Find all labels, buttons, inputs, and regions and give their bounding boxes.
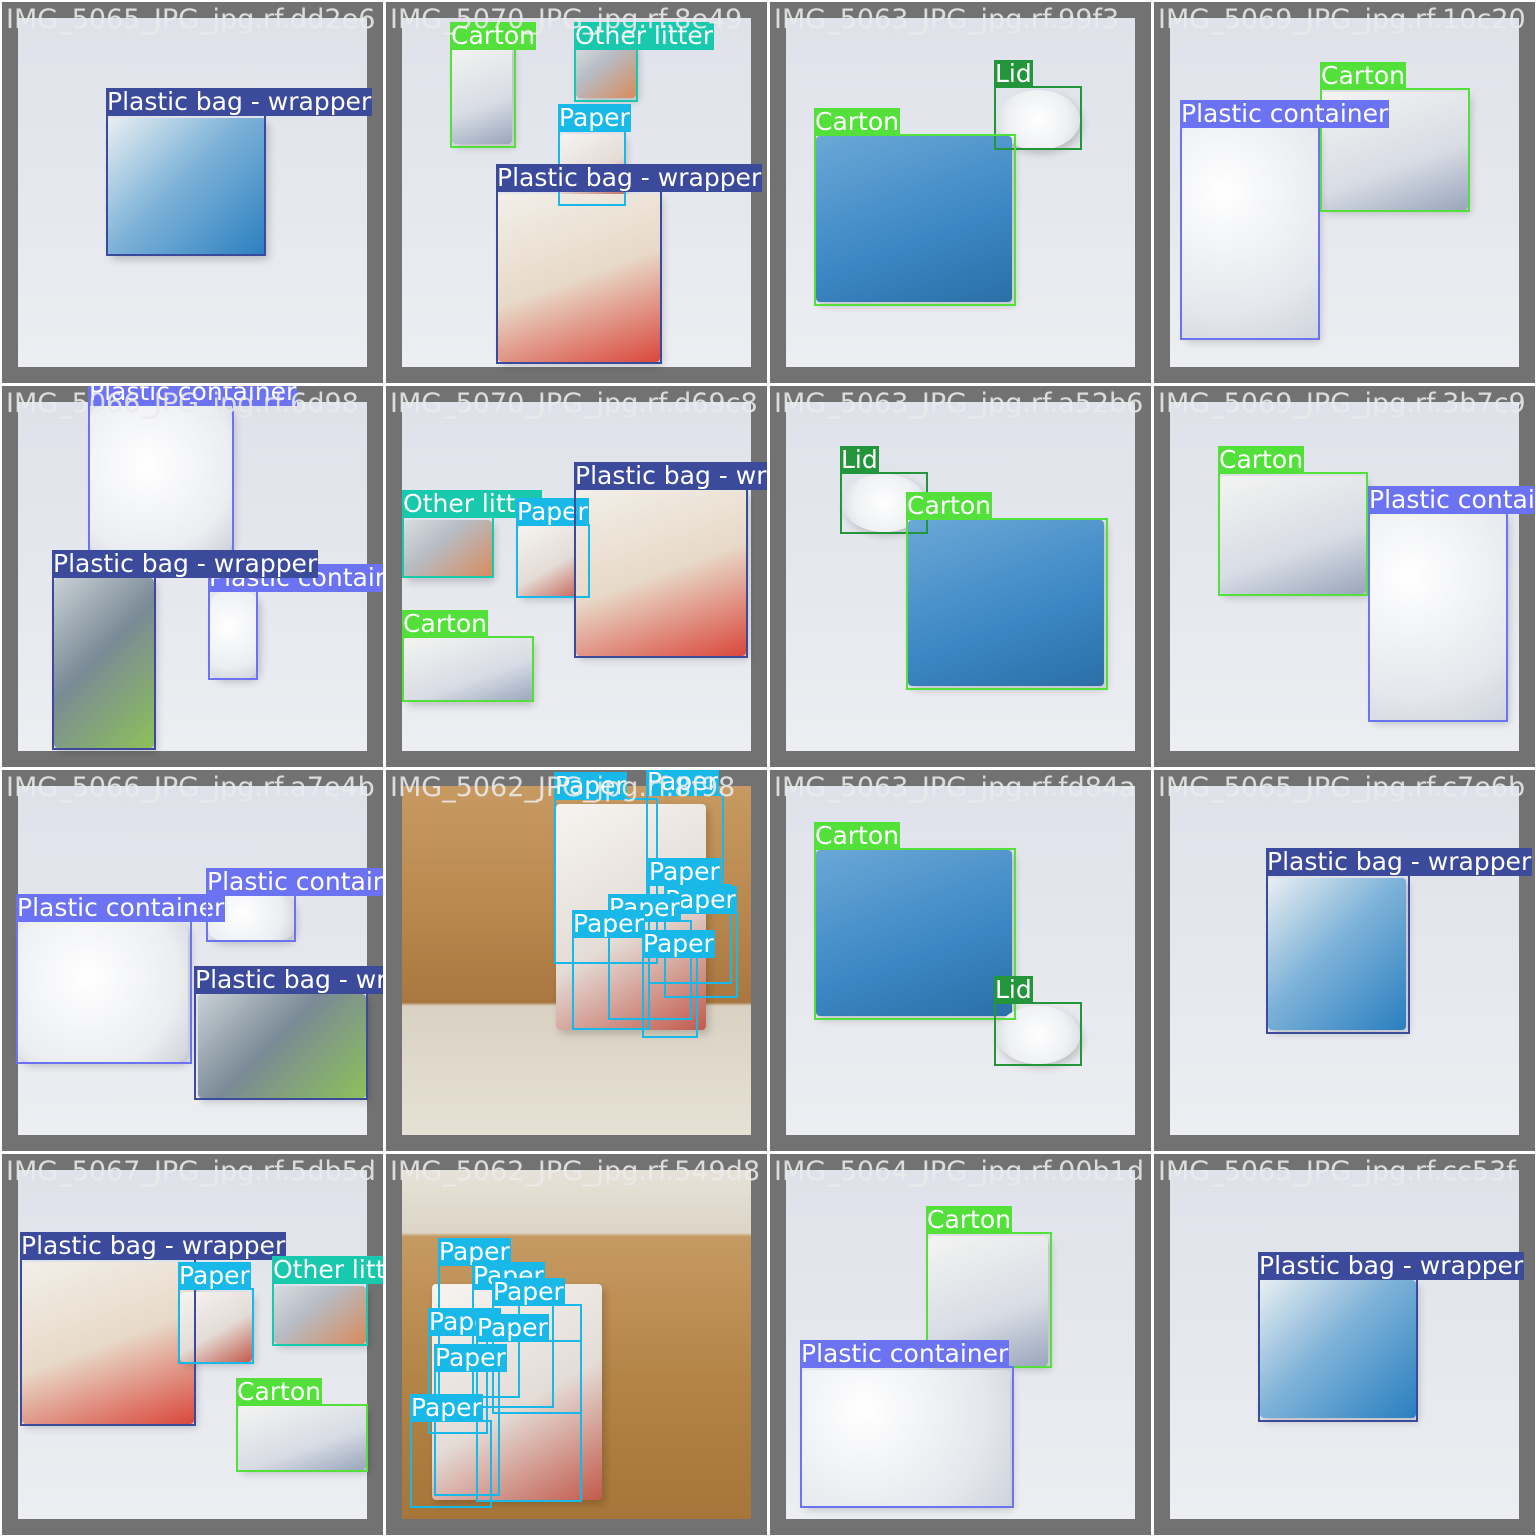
- detection-box: Plastic bag - wrapper: [20, 1232, 287, 1426]
- detection-box: Plastic container: [88, 386, 298, 554]
- detection-label: Carton: [1320, 61, 1406, 90]
- detection-box: Plastic bag - wrapper: [52, 550, 319, 750]
- detection-box: Plastic container: [16, 894, 226, 1064]
- detection-box: Paper: [642, 930, 715, 1038]
- detection-label: Plastic container: [206, 868, 383, 896]
- detection-label: Plastic container: [88, 386, 298, 406]
- detection-label: Plastic bag - wrapper: [574, 462, 767, 490]
- detection-label: Paper: [434, 1343, 507, 1372]
- detection-box: Other litter: [574, 22, 715, 102]
- mosaic-tile: Plastic bag - wrapper IMG_5065_JPG_jpg.r…: [2, 2, 383, 383]
- detection-label: Paper: [492, 1277, 565, 1306]
- detection-mosaic: Plastic bag - wrapper IMG_5065_JPG_jpg.r…: [0, 0, 1536, 1536]
- mosaic-tile: Plastic container Plastic container Plas…: [2, 386, 383, 767]
- detection-box: Plastic bag - wrapper: [496, 164, 763, 364]
- detection-label: Plastic container: [1368, 486, 1535, 514]
- detection-box: Carton: [814, 822, 1016, 1020]
- mosaic-tile: Plastic container Plastic container Plas…: [2, 770, 383, 1151]
- mosaic-tile: Plastic bag - wrapper Paper Other litter…: [2, 1154, 383, 1535]
- mosaic-tile: Carton Other litter Paper Plastic bag - …: [386, 2, 767, 383]
- detection-label: Plastic container: [16, 893, 226, 922]
- detection-label: Lid: [994, 975, 1033, 1004]
- mosaic-tile: Lid Carton IMG_5063_JPG_jpg.rf.a52b6: [770, 386, 1151, 767]
- detection-box: Lid: [994, 976, 1082, 1066]
- detection-label: Carton: [450, 21, 536, 50]
- detection-box: Carton: [236, 1378, 368, 1472]
- detection-label: Carton: [402, 609, 488, 638]
- detection-box: Plastic bag - wrapper: [574, 462, 767, 658]
- detection-box: Carton: [814, 108, 1016, 306]
- detection-box: Paper: [178, 1262, 254, 1364]
- detection-label: Paper: [572, 909, 645, 938]
- detection-label: Paper: [642, 929, 715, 958]
- mosaic-tile: Lid Carton IMG_5063_JPG_jpg.rf.99f3: [770, 2, 1151, 383]
- detection-box: Carton: [906, 492, 1108, 690]
- detection-label: Lid: [994, 59, 1033, 88]
- detection-label: Plastic bag - wrapper: [52, 549, 319, 578]
- detection-label: Carton: [926, 1205, 1012, 1234]
- detection-box: Plastic container: [800, 1340, 1014, 1508]
- mosaic-tile: Other litter Paper Plastic bag - wrapper…: [386, 386, 767, 767]
- detection-label: Paper: [178, 1261, 251, 1290]
- detection-box: Plastic bag - wrapper: [1266, 848, 1533, 1034]
- detection-box: Carton: [402, 610, 534, 702]
- detection-label: Carton: [236, 1377, 322, 1406]
- detection-box: Other litter: [402, 490, 543, 578]
- detection-label: Paper: [648, 857, 721, 886]
- mosaic-tile: Paper Paper Paper Paper Paper Paper Pape…: [386, 1154, 767, 1535]
- detection-label: Carton: [814, 107, 900, 136]
- detection-box: Plastic container: [1180, 100, 1390, 340]
- mosaic-tile: Plastic bag - wrapper IMG_5065_JPG_jpg.r…: [1154, 1154, 1535, 1535]
- detection-box: Carton: [1218, 446, 1368, 596]
- mosaic-tile: Carton Lid IMG_5063_JPG_jpg.rf.fd84a: [770, 770, 1151, 1151]
- detection-box: Paper: [572, 910, 650, 1030]
- detection-box: Other litter: [272, 1256, 383, 1346]
- detection-label: Paper: [476, 1313, 549, 1342]
- detection-label: Plastic container: [800, 1339, 1010, 1368]
- detection-box: Carton: [450, 22, 536, 148]
- detection-label: Plastic bag - wrapper: [20, 1231, 287, 1260]
- detection-label: Carton: [1218, 445, 1304, 474]
- detection-label: Plastic bag - wrapper: [1258, 1251, 1525, 1280]
- detection-label: Paper: [558, 103, 631, 132]
- detection-box: Plastic bag - wrapper: [194, 966, 383, 1100]
- mosaic-tile: Carton Plastic container IMG_5069_JPG_jp…: [1154, 2, 1535, 383]
- mosaic-tile: Plastic bag - wrapper IMG_5065_JPG_jpg.r…: [1154, 770, 1535, 1151]
- detection-box: Plastic container: [206, 868, 383, 942]
- detection-label: Paper: [646, 770, 719, 796]
- mosaic-tile: Carton Plastic container IMG_5069_JPG_jp…: [1154, 386, 1535, 767]
- detection-label: Other litter: [574, 21, 715, 50]
- mosaic-tile: Paper Paper Paper Paper Paper Paper Pape…: [386, 770, 767, 1151]
- detection-label: Plastic bag - wrapper: [106, 87, 373, 116]
- detection-label: Paper: [554, 771, 627, 800]
- mosaic-tile: Carton Plastic container IMG_5064_JPG_jp…: [770, 1154, 1151, 1535]
- detection-label: Lid: [840, 445, 879, 474]
- detection-box: Paper: [410, 1394, 492, 1508]
- detection-label: Carton: [906, 491, 992, 520]
- detection-box: Plastic bag - wrapper: [1258, 1252, 1525, 1422]
- detection-label: Plastic bag - wrapper: [194, 966, 383, 994]
- detection-label: Other litter: [272, 1256, 383, 1284]
- detection-box: Plastic container: [1368, 486, 1535, 722]
- detection-label: Plastic bag - wrapper: [1266, 847, 1533, 876]
- detection-label: Carton: [814, 821, 900, 850]
- detection-label: Plastic bag - wrapper: [496, 163, 763, 192]
- detection-box: Plastic container: [208, 564, 383, 680]
- detection-box: Plastic bag - wrapper: [106, 88, 373, 256]
- detection-label: Plastic container: [1180, 99, 1390, 128]
- detection-label: Paper: [410, 1393, 483, 1422]
